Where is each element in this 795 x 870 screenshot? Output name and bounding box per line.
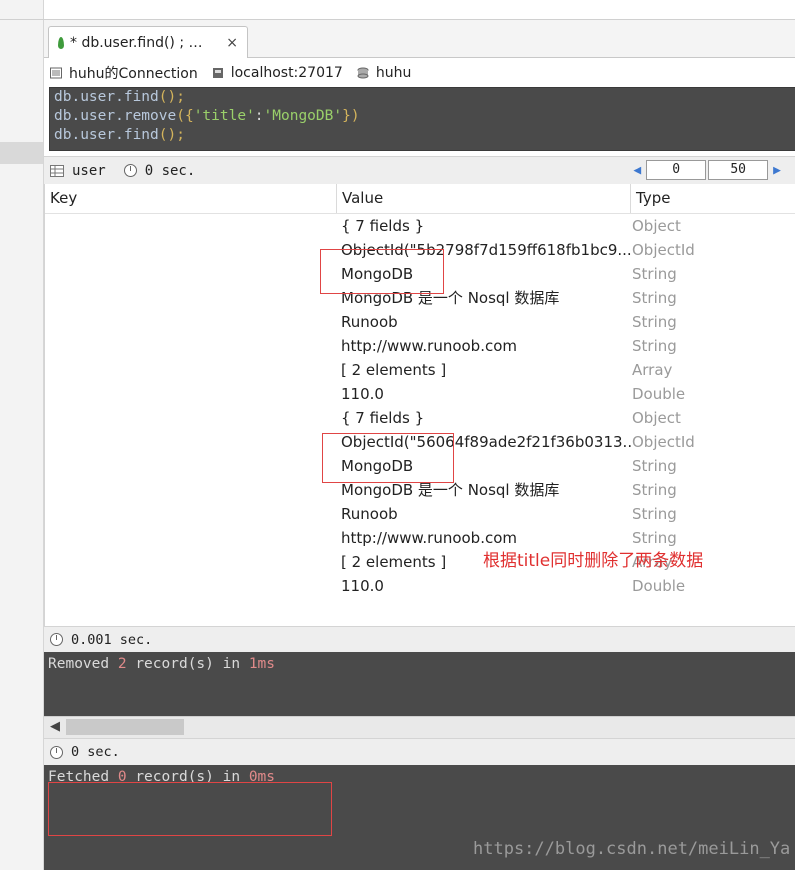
connection-name: huhu的Connection: [69, 65, 198, 82]
server-icon: [212, 67, 223, 78]
pager-from-input[interactable]: 0: [646, 160, 707, 180]
value-cell: { 7 fields }: [341, 409, 425, 427]
next-page-icon[interactable]: ▶: [773, 163, 781, 178]
highlight-box-fetched: [48, 782, 332, 836]
pager-size-input[interactable]: 50: [708, 160, 769, 180]
type-cell: Array: [632, 361, 673, 379]
type-cell: String: [632, 457, 677, 475]
value-cell: Runoob: [341, 313, 398, 331]
value-column-header[interactable]: Value: [337, 184, 631, 213]
mongodb-leaf-icon: [58, 36, 64, 49]
type-column-header[interactable]: Type: [631, 184, 795, 213]
value-cell: [ 2 elements ]: [341, 361, 447, 379]
collection-name: user: [72, 162, 106, 179]
left-sidebar-selection: [0, 142, 43, 164]
output-status-2: 0 sec.: [44, 738, 795, 765]
results-toolbar: user 0 sec. ◀ 0 50 ▶: [44, 156, 795, 184]
output-panel-1[interactable]: Removed 2 record(s) in 1ms: [44, 652, 795, 716]
editor-line-1: db.user.find();: [54, 89, 185, 105]
type-cell: String: [632, 313, 677, 331]
type-cell: String: [632, 337, 677, 355]
highlight-box-title-1: [320, 249, 444, 294]
server-host: localhost:27017: [230, 64, 343, 81]
left-sidebar-strip: [0, 0, 44, 870]
editor-line-3: db.user.find();: [54, 127, 185, 143]
output-time-2: 0 sec.: [71, 744, 120, 760]
database-name: huhu: [375, 64, 412, 81]
type-cell: Double: [632, 577, 686, 595]
tree-row-field[interactable]: ›tags[ 2 elements ]Array: [45, 358, 795, 382]
value-cell: http://www.runoob.com: [341, 337, 518, 355]
value-cell: 110.0: [341, 385, 384, 403]
connection-bar: huhu的Connection localhost:27017 huhu: [44, 59, 795, 86]
clock-icon: [50, 633, 63, 646]
type-cell: ObjectId: [632, 433, 695, 451]
close-tab-icon[interactable]: ×: [226, 35, 238, 51]
type-cell: String: [632, 481, 677, 499]
editor-line-2: db.user.remove({'title':'MongoDB'}): [54, 108, 360, 124]
type-cell: Object: [632, 217, 681, 235]
connection-icon: [50, 67, 62, 78]
type-cell: ObjectId: [632, 241, 695, 259]
pager: ◀ 0 50 ▶: [629, 160, 785, 180]
query-tab[interactable]: * db.user.find() ; … ×: [48, 26, 248, 58]
highlight-box-title-2: [322, 433, 454, 483]
clock-icon: [123, 164, 137, 177]
type-cell: String: [632, 289, 677, 307]
watermark: https://blog.csdn.net/meiLin_Ya: [473, 839, 791, 859]
tree-header: Key Value Type: [45, 184, 795, 214]
type-cell: String: [632, 265, 677, 283]
scroll-left-icon[interactable]: ◀: [50, 719, 60, 734]
tree-row-field[interactable]: ##likes110.0Double: [45, 382, 795, 406]
tree-row-field[interactable]: ""urlhttp://www.runoob.comString: [45, 334, 795, 358]
database-icon: [357, 67, 369, 78]
output-line-1: Removed 2 record(s) in 1ms: [48, 656, 276, 672]
tree-row-document[interactable]: ∨(1) ObjectId("5b2798f7d159ff6...{ 7 fie…: [45, 214, 795, 238]
scroll-thumb[interactable]: [66, 719, 184, 735]
value-cell: 110.0: [341, 577, 384, 595]
tree-row-document[interactable]: ∨(2) ObjectId("56064f89ade2f21...{ 7 fie…: [45, 406, 795, 430]
tree-row-field[interactable]: ##likes110.0Double: [45, 574, 795, 598]
horizontal-scrollbar[interactable]: ◀: [44, 716, 795, 738]
query-editor[interactable]: db.user.find(); db.user.remove({'title':…: [49, 87, 795, 151]
tree-row-field[interactable]: ""byRunoobString: [45, 310, 795, 334]
tab-bar: * db.user.find() ; … ×: [44, 20, 795, 58]
value-cell: { 7 fields }: [341, 217, 425, 235]
type-cell: Double: [632, 385, 686, 403]
prev-page-icon[interactable]: ◀: [633, 163, 641, 178]
tab-title: * db.user.find() ; …: [70, 34, 203, 51]
query-time: 0 sec.: [144, 162, 196, 179]
type-cell: String: [632, 505, 677, 523]
annotation-note: 根据title同时删除了两条数据: [483, 551, 704, 571]
clock-icon: [50, 745, 63, 759]
type-cell: Object: [632, 409, 681, 427]
output-status-1: 0.001 sec.: [44, 626, 795, 652]
collection-table-icon: [50, 164, 64, 177]
output-time-1: 0.001 sec.: [71, 631, 153, 648]
tree-row-field[interactable]: ""byRunoobString: [45, 502, 795, 526]
key-column-header[interactable]: Key: [45, 184, 337, 213]
value-cell: Runoob: [341, 505, 398, 523]
